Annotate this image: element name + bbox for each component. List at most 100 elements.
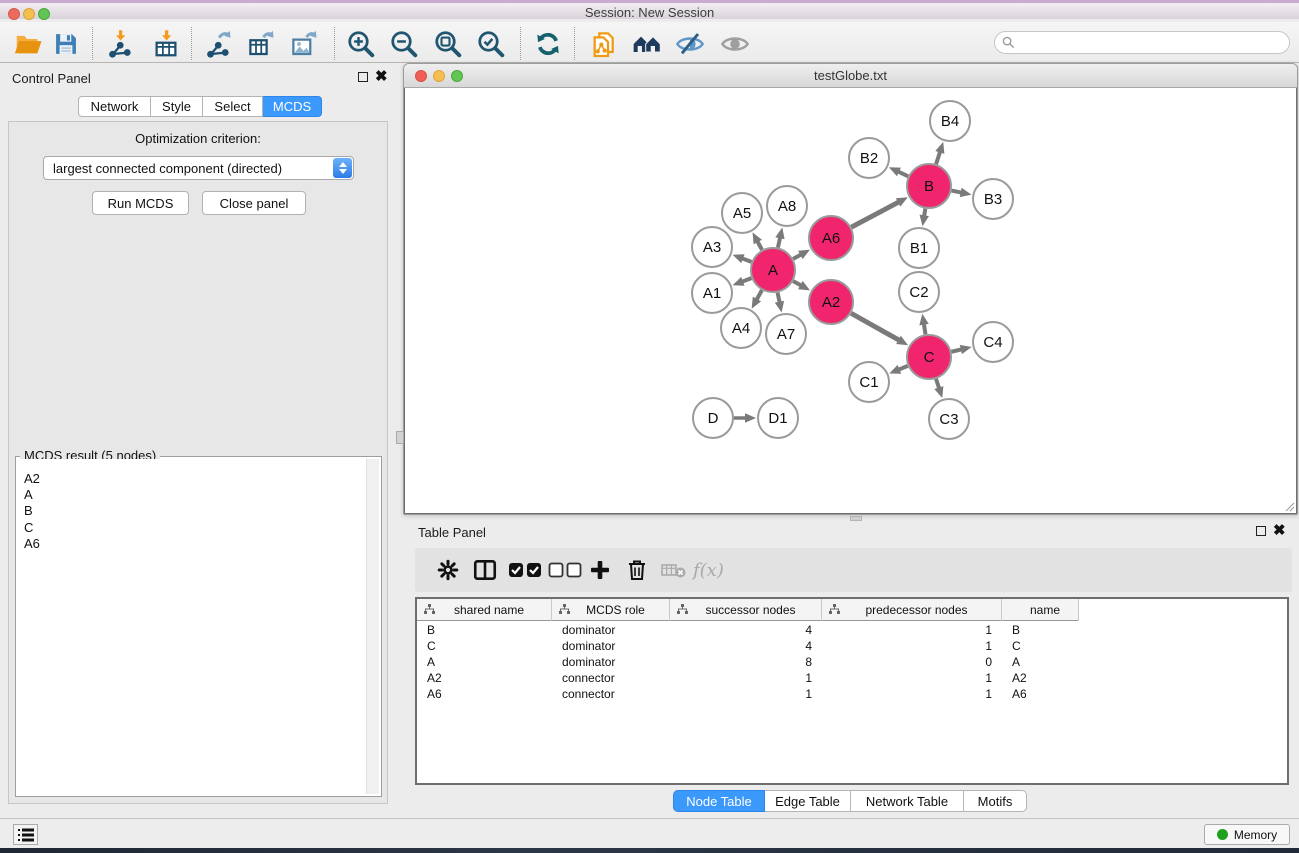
table-cell[interactable]: 1 bbox=[822, 622, 1002, 638]
graph-node-label-A3: A3 bbox=[703, 239, 721, 256]
graph-node-label-D1: D1 bbox=[768, 410, 787, 427]
add-column-icon[interactable] bbox=[588, 556, 612, 584]
close-panel-button[interactable]: Close panel bbox=[202, 191, 306, 215]
export-table-icon[interactable] bbox=[245, 28, 277, 60]
graph-node-label-C2: C2 bbox=[909, 284, 928, 301]
gear-icon[interactable] bbox=[436, 556, 460, 584]
close-panel-icon[interactable]: ✖ bbox=[375, 72, 388, 82]
search-input[interactable] bbox=[994, 31, 1290, 54]
table-cell[interactable]: 1 bbox=[670, 670, 822, 686]
table-cell[interactable]: B bbox=[1002, 622, 1079, 638]
table-row[interactable]: Adominator80A bbox=[417, 654, 1287, 670]
open-session-icon[interactable] bbox=[12, 28, 44, 60]
memory-button[interactable]: Memory bbox=[1204, 824, 1290, 845]
horizontal-split-handle[interactable] bbox=[850, 516, 862, 521]
table-row[interactable]: Cdominator41C bbox=[417, 638, 1287, 654]
table-cell[interactable]: 4 bbox=[670, 638, 822, 654]
column-layout-icon[interactable] bbox=[472, 556, 498, 584]
table-cell[interactable]: dominator bbox=[552, 638, 670, 654]
table-cell[interactable]: 8 bbox=[670, 654, 822, 670]
resize-grip-icon[interactable] bbox=[1283, 500, 1295, 512]
column-header-name[interactable]: name bbox=[1002, 599, 1079, 621]
table-cell[interactable]: dominator bbox=[552, 654, 670, 670]
result-item[interactable]: B bbox=[24, 503, 379, 519]
table-row[interactable]: Bdominator41B bbox=[417, 622, 1287, 638]
graph-edge-A2-C[interactable] bbox=[851, 313, 900, 341]
home-view-icon[interactable] bbox=[631, 28, 663, 60]
table-cell[interactable]: 0 bbox=[822, 654, 1002, 670]
tab-node-table[interactable]: Node Table bbox=[673, 790, 765, 812]
result-item[interactable]: A bbox=[24, 487, 379, 503]
float-table-panel-icon[interactable] bbox=[1256, 526, 1266, 536]
zoom-selected-icon[interactable] bbox=[475, 28, 507, 60]
import-table-icon[interactable] bbox=[150, 28, 182, 60]
search-text-field[interactable] bbox=[1019, 36, 1289, 50]
table-cell[interactable]: A2 bbox=[417, 670, 552, 686]
table-cell[interactable]: B bbox=[417, 622, 552, 638]
table-cell[interactable]: A6 bbox=[417, 686, 552, 702]
tab-mcds[interactable]: MCDS bbox=[263, 96, 322, 117]
table-cell[interactable]: 1 bbox=[822, 670, 1002, 686]
zoom-in-icon[interactable] bbox=[345, 28, 377, 60]
hide-eye-icon[interactable] bbox=[674, 28, 706, 60]
column-header-predecessor-nodes[interactable]: predecessor nodes bbox=[822, 599, 1002, 621]
show-columns-icon[interactable] bbox=[508, 556, 542, 584]
column-header-MCDS-role[interactable]: MCDS role bbox=[552, 599, 670, 621]
table-cell[interactable]: A bbox=[417, 654, 552, 670]
mcds-result-list[interactable]: A2ABCA6 bbox=[18, 459, 379, 794]
table-cell[interactable]: C bbox=[1002, 638, 1079, 654]
result-item[interactable]: C bbox=[24, 520, 379, 536]
column-header-shared-name[interactable]: shared name bbox=[417, 599, 552, 621]
toolbar-separator bbox=[191, 27, 192, 60]
table-cell[interactable]: 1 bbox=[822, 638, 1002, 654]
table-body: Bdominator41BCdominator41CAdominator80AA… bbox=[417, 622, 1287, 702]
criterion-dropdown[interactable]: largest connected component (directed) bbox=[43, 156, 354, 180]
tab-network-table[interactable]: Network Table bbox=[851, 790, 964, 812]
tab-edge-table[interactable]: Edge Table bbox=[765, 790, 851, 812]
table-cell[interactable]: connector bbox=[552, 670, 670, 686]
table-row[interactable]: A2connector11A2 bbox=[417, 670, 1287, 686]
run-mcds-button[interactable]: Run MCDS bbox=[92, 191, 189, 215]
table-cell[interactable]: 1 bbox=[670, 686, 822, 702]
clone-network-icon[interactable] bbox=[588, 28, 620, 60]
column-header-successor-nodes[interactable]: successor nodes bbox=[670, 599, 822, 621]
vertical-split-handle[interactable] bbox=[396, 431, 404, 444]
graph-edge-A6-B[interactable] bbox=[851, 201, 900, 227]
graph-edge-B-B4[interactable] bbox=[936, 150, 940, 164]
fx-label: f(x) bbox=[693, 560, 724, 581]
graph-node-label-A5: A5 bbox=[733, 205, 751, 222]
table-cell[interactable]: 1 bbox=[822, 686, 1002, 702]
result-item[interactable]: A2 bbox=[24, 471, 379, 487]
export-image-icon[interactable] bbox=[288, 28, 320, 60]
column-header-label: predecessor nodes bbox=[822, 603, 1001, 617]
tab-network[interactable]: Network bbox=[78, 96, 151, 117]
table-cell[interactable]: A2 bbox=[1002, 670, 1079, 686]
network-graph[interactable]: B4B2BB3A8A5A6A3B1AC2A1A2A4A7C4CC1DD1C3 bbox=[405, 88, 1298, 514]
zoom-out-icon[interactable] bbox=[388, 28, 420, 60]
tab-style[interactable]: Style bbox=[151, 96, 203, 117]
network-window-titlebar[interactable]: testGlobe.txt bbox=[404, 64, 1297, 88]
tab-select[interactable]: Select bbox=[203, 96, 263, 117]
delete-column-icon[interactable] bbox=[625, 556, 649, 584]
refresh-layout-icon[interactable] bbox=[532, 28, 564, 60]
result-scrollbar[interactable] bbox=[366, 459, 379, 794]
show-eye-icon[interactable] bbox=[719, 28, 751, 60]
tab-motifs[interactable]: Motifs bbox=[964, 790, 1027, 812]
table-cell[interactable]: A bbox=[1002, 654, 1079, 670]
close-table-panel-icon[interactable]: ✖ bbox=[1273, 526, 1286, 536]
table-row[interactable]: A6connector11A6 bbox=[417, 686, 1287, 702]
export-network-icon[interactable] bbox=[202, 28, 234, 60]
table-cell[interactable]: connector bbox=[552, 686, 670, 702]
hide-columns-icon[interactable] bbox=[548, 556, 582, 584]
zoom-fit-icon[interactable] bbox=[432, 28, 464, 60]
table-cell[interactable]: 4 bbox=[670, 622, 822, 638]
task-history-button[interactable] bbox=[13, 824, 38, 845]
save-session-icon[interactable] bbox=[50, 28, 82, 60]
float-panel-icon[interactable] bbox=[358, 72, 368, 82]
table-cell[interactable]: dominator bbox=[552, 622, 670, 638]
table-cell[interactable]: A6 bbox=[1002, 686, 1079, 702]
import-network-icon[interactable] bbox=[104, 28, 136, 60]
result-item[interactable]: A6 bbox=[24, 536, 379, 552]
network-canvas[interactable]: B4B2BB3A8A5A6A3B1AC2A1A2A4A7C4CC1DD1C3 bbox=[404, 88, 1297, 514]
table-cell[interactable]: C bbox=[417, 638, 552, 654]
